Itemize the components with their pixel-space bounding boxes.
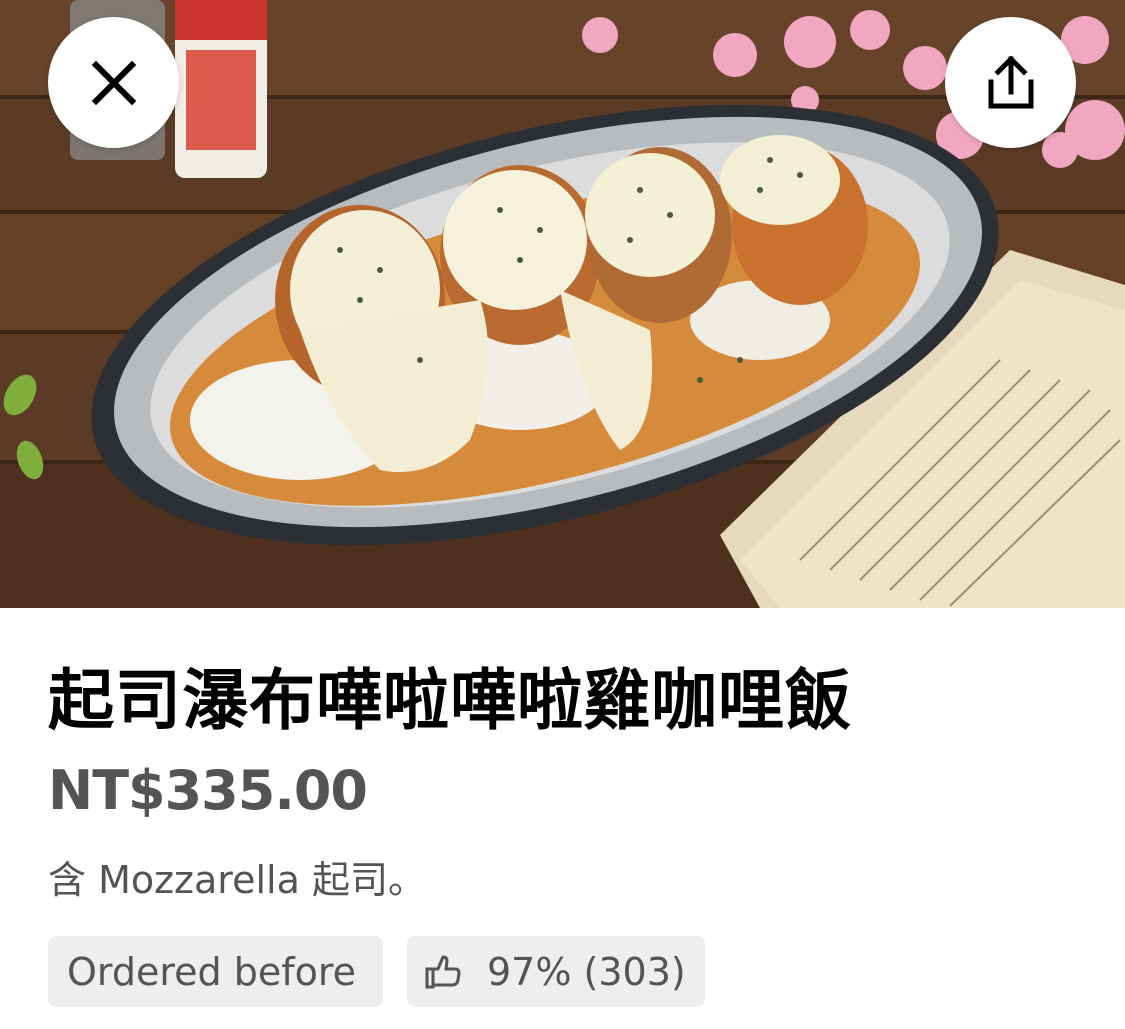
ordered-before-badge: Ordered before xyxy=(48,936,383,1007)
ordered-before-label: Ordered before xyxy=(67,949,357,994)
item-description: 含 Mozzarella 起司。 xyxy=(48,858,426,902)
close-button[interactable] xyxy=(48,17,179,148)
item-photo xyxy=(0,0,1125,608)
rating-text: 97% (303) xyxy=(487,949,686,994)
share-button[interactable] xyxy=(945,17,1076,148)
rating-badge: 97% (303) xyxy=(407,936,705,1007)
item-price: NT$335.00 xyxy=(48,759,368,822)
item-title: 起司瀑布嘩啦嘩啦雞咖哩飯 xyxy=(48,662,852,739)
thumbs-up-icon xyxy=(425,955,461,989)
close-icon xyxy=(91,60,136,105)
share-icon xyxy=(988,55,1033,108)
